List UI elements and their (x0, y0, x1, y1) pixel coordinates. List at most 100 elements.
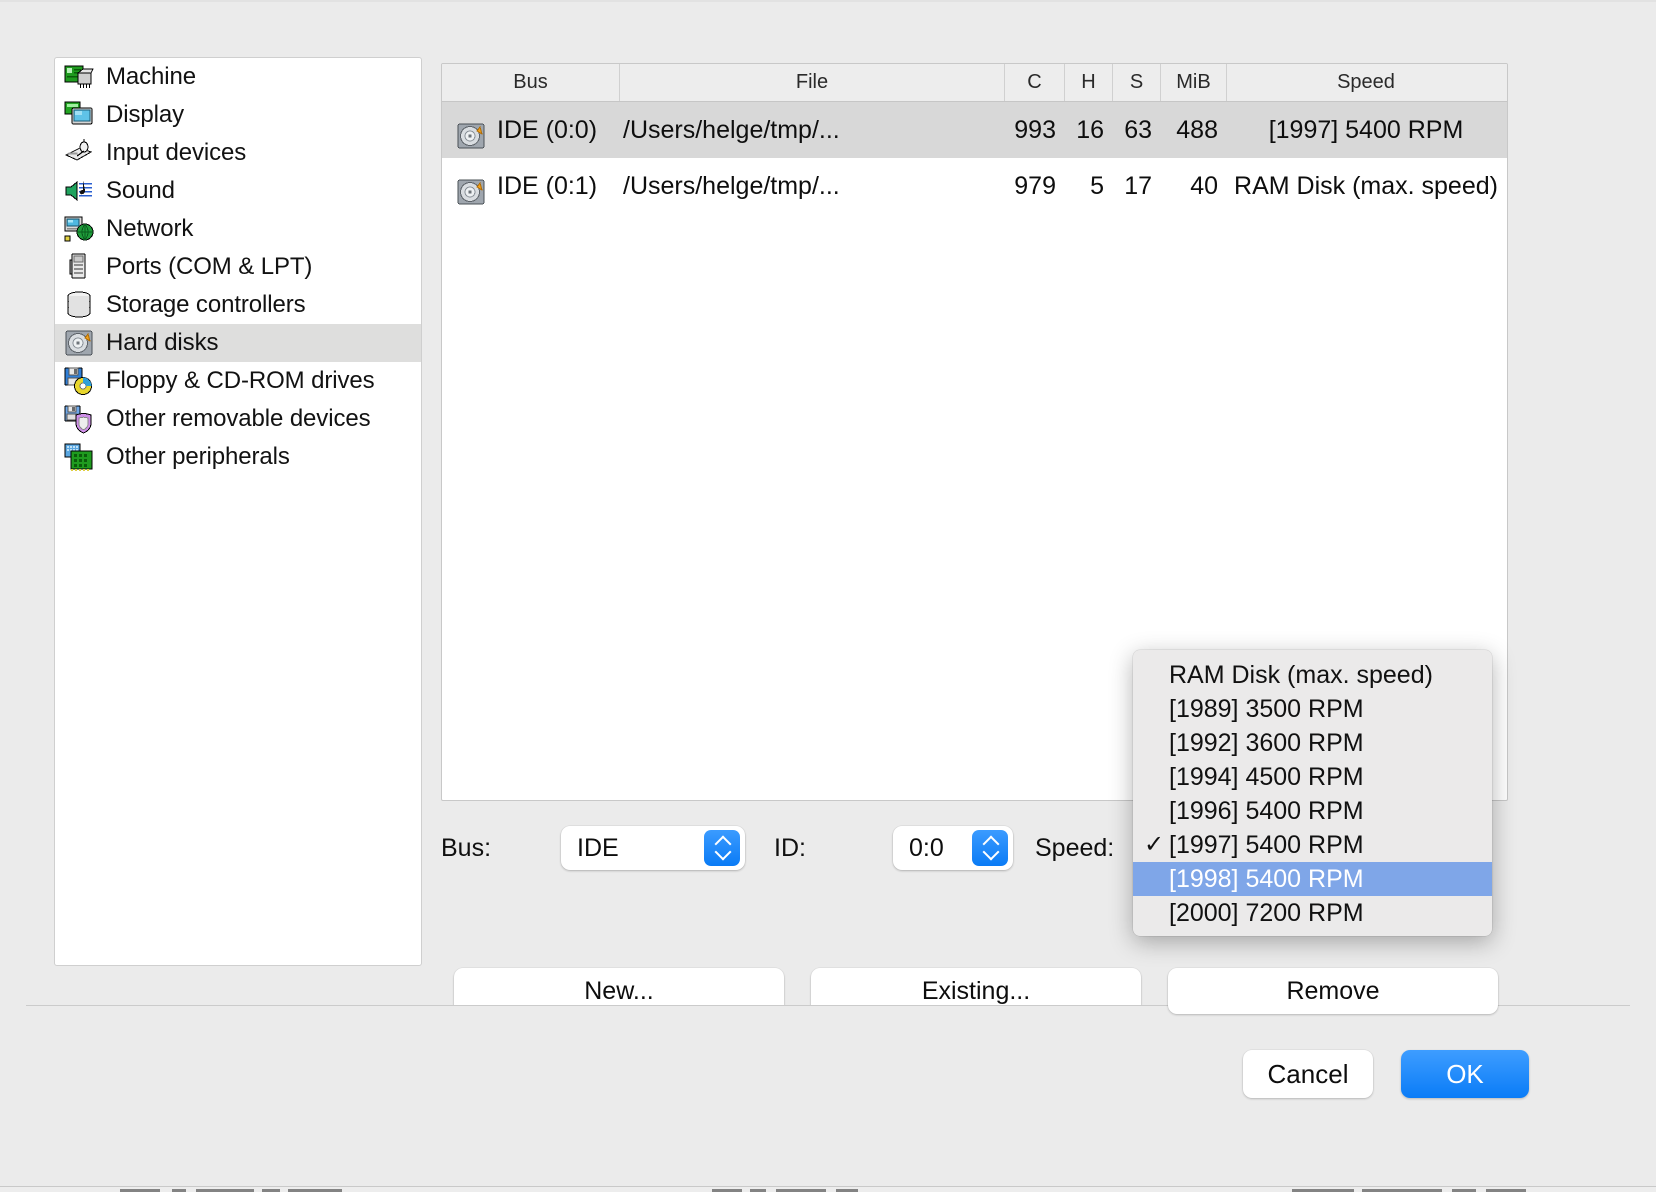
id-stepper-icon[interactable] (972, 830, 1008, 866)
hard-disk-icon (64, 328, 94, 358)
speed-menu-item[interactable]: ✓ [1997] 5400 RPM (1133, 828, 1492, 862)
speed-menu-item[interactable]: [1992] 3600 RPM (1133, 726, 1492, 760)
column-header-bus[interactable]: Bus (442, 64, 620, 101)
cell-bus: IDE (0:0) (442, 102, 620, 158)
chevron-down-icon (704, 848, 740, 866)
sidebar-item-label: Storage controllers (106, 291, 306, 318)
preferences-window: Machine Display Input devices Sound Network P… (0, 0, 1656, 1192)
sidebar-item-label: Ports (COM & LPT) (106, 253, 313, 280)
sidebar-item-sound[interactable]: Sound (55, 172, 421, 210)
sidebar-item-display[interactable]: Display (55, 96, 421, 134)
sidebar-item-label: Floppy & CD-ROM drives (106, 367, 375, 394)
floppy-cdrom-icon (64, 366, 94, 396)
sidebar-item-label: Network (106, 215, 194, 242)
storage-controllers-icon (64, 290, 94, 320)
speed-label: Speed: (1035, 834, 1115, 862)
speed-menu-item-label: [1997] 5400 RPM (1169, 831, 1364, 859)
speed-menu-item-label: [1989] 3500 RPM (1169, 695, 1364, 723)
sidebar-item-label: Machine (106, 63, 197, 90)
cell-speed: RAM Disk (max. speed) (1234, 172, 1498, 200)
remove-disk-button[interactable]: Remove (1168, 968, 1498, 1014)
table-body[interactable]: IDE (0:0) /Users/helge/tmp/... 993 16 63 488 [… (442, 102, 1507, 214)
speed-menu-item-label: [1998] 5400 RPM (1169, 865, 1364, 893)
cell-file: /Users/helge/tmp/... (623, 116, 840, 144)
sidebar-item-label: Other removable devices (106, 405, 371, 432)
sidebar-item-network[interactable]: Network (55, 210, 421, 248)
sidebar-list: Machine Display Input devices Sound Network P… (55, 58, 421, 476)
sidebar-item-floppy-cd-rom-drives[interactable]: Floppy & CD-ROM drives (55, 362, 421, 400)
dialog-footer: Cancel OK (0, 1006, 1656, 1186)
sidebar-item-storage-controllers[interactable]: Storage controllers (55, 286, 421, 324)
column-header-mib[interactable]: MiB (1161, 64, 1227, 101)
cell-heads: 5 (1090, 172, 1104, 200)
speed-dropdown-menu[interactable]: RAM Disk (max. speed) [1989] 3500 RPM [199… (1133, 650, 1492, 936)
ports-icon (64, 252, 94, 282)
column-header-s[interactable]: S (1113, 64, 1161, 101)
ok-button[interactable]: OK (1401, 1050, 1529, 1098)
sidebar-item-other-removable-devices[interactable]: Other removable devices (55, 400, 421, 438)
sidebar-item-label: Other peripherals (106, 443, 290, 470)
cell-cylinders: 993 (1014, 116, 1056, 144)
column-header-speed[interactable]: Speed (1227, 64, 1505, 101)
bus-label: Bus: (441, 834, 492, 862)
bus-popup-button[interactable]: IDE (561, 826, 745, 870)
speed-menu-item-label: [2000] 7200 RPM (1169, 899, 1364, 927)
cell-bus: IDE (0:1) (442, 158, 620, 214)
background-window-sliver (0, 1186, 1656, 1192)
settings-category-sidebar[interactable]: Machine Display Input devices Sound Network P… (54, 57, 422, 966)
speed-menu-item[interactable]: RAM Disk (max. speed) (1133, 658, 1492, 692)
sidebar-item-hard-disks[interactable]: Hard disks (55, 324, 421, 362)
other-peripherals-icon (64, 442, 94, 472)
id-popup-button[interactable]: 0:0 (893, 826, 1013, 870)
column-header-h[interactable]: H (1065, 64, 1113, 101)
speed-menu-item[interactable]: [1998] 5400 RPM (1133, 862, 1492, 896)
table-row[interactable]: IDE (0:0) /Users/helge/tmp/... 993 16 63 488 [… (442, 102, 1507, 158)
speed-menu-item[interactable]: [2000] 7200 RPM (1133, 896, 1492, 930)
cell-sectors: 17 (1124, 172, 1152, 200)
bus-stepper-icon[interactable] (704, 830, 740, 866)
input-devices-icon (64, 138, 94, 168)
sidebar-item-label: Input devices (106, 139, 247, 166)
hard-disk-icon (456, 171, 486, 205)
id-label: ID: (774, 834, 806, 862)
bus-text: IDE (0:1) (497, 172, 598, 200)
sidebar-item-label: Hard disks (106, 329, 219, 356)
sound-icon (64, 176, 94, 206)
cell-mib: 488 (1176, 116, 1218, 144)
machine-icon (64, 62, 94, 92)
speed-menu-item[interactable]: [1996] 5400 RPM (1133, 794, 1492, 828)
id-value: 0:0 (909, 834, 944, 862)
check-icon: ✓ (1143, 831, 1165, 858)
speed-menu-item[interactable]: [1994] 4500 RPM (1133, 760, 1492, 794)
sidebar-item-label: Display (106, 101, 184, 128)
sidebar-item-ports-com-lpt[interactable]: Ports (COM & LPT) (55, 248, 421, 286)
cancel-button[interactable]: Cancel (1243, 1050, 1373, 1098)
bus-text: IDE (0:0) (497, 116, 598, 144)
window-top-hairline (0, 0, 1656, 2)
sidebar-item-input-devices[interactable]: Input devices (55, 134, 421, 172)
speed-menu-item-label: [1994] 4500 RPM (1169, 763, 1364, 791)
table-header-row: Bus File C H S MiB Speed (442, 64, 1507, 102)
sidebar-item-machine[interactable]: Machine (55, 58, 421, 96)
table-row[interactable]: IDE (0:1) /Users/helge/tmp/... 979 5 17 40 RAM… (442, 158, 1507, 214)
network-icon (64, 214, 94, 244)
other-removable-icon (64, 404, 94, 434)
speed-menu-item[interactable]: [1989] 3500 RPM (1133, 692, 1492, 726)
speed-menu-item-label: [1992] 3600 RPM (1169, 729, 1364, 757)
cell-file: /Users/helge/tmp/... (623, 172, 840, 200)
sidebar-item-label: Sound (106, 177, 175, 204)
column-header-file[interactable]: File (620, 64, 1005, 101)
sidebar-item-other-peripherals[interactable]: Other peripherals (55, 438, 421, 476)
hard-disk-icon (456, 115, 486, 149)
speed-menu-item-label: [1996] 5400 RPM (1169, 797, 1364, 825)
speed-menu-item-label: RAM Disk (max. speed) (1169, 661, 1433, 689)
cell-sectors: 63 (1124, 116, 1152, 144)
cell-speed: [1997] 5400 RPM (1268, 116, 1464, 144)
cell-cylinders: 979 (1014, 172, 1056, 200)
cell-heads: 16 (1076, 116, 1104, 144)
bus-value: IDE (577, 834, 619, 862)
column-header-c[interactable]: C (1005, 64, 1065, 101)
display-icon (64, 100, 94, 130)
cell-mib: 40 (1190, 172, 1218, 200)
chevron-down-icon (972, 848, 1008, 866)
